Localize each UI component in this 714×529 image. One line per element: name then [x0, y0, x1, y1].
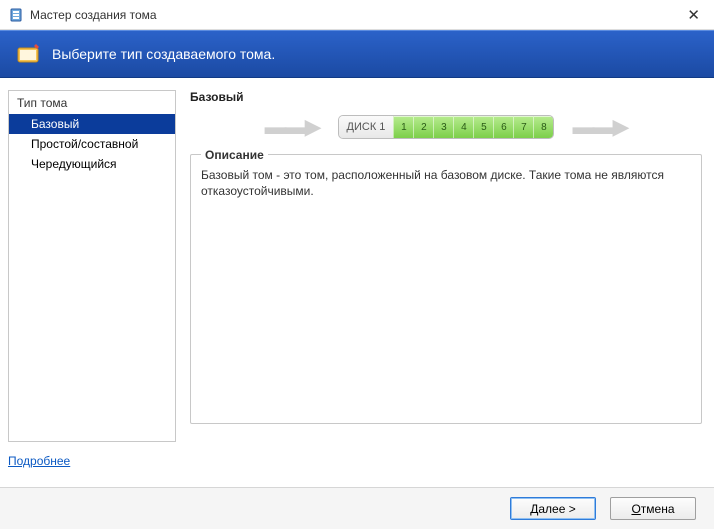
- description-legend: Описание: [201, 147, 268, 163]
- disk-segment: 7: [513, 116, 533, 138]
- sidebar-item-striped[interactable]: Чередующийся: [9, 154, 175, 174]
- cancel-button-hotkey: О: [631, 502, 640, 516]
- wizard-icon: [14, 40, 42, 68]
- app-icon: [8, 7, 24, 23]
- wizard-header: Выберите тип создаваемого тома.: [0, 30, 714, 78]
- selected-type-title: Базовый: [190, 90, 702, 104]
- title-bar: Мастер создания тома ✕: [0, 0, 714, 30]
- disk-illustration: ▬▬▶ ДИСК 1 1 2 3 4 5 6 7 8 ▬▬▶: [190, 114, 702, 140]
- disk-segment: 8: [533, 116, 553, 138]
- disk-segment: 1: [393, 116, 413, 138]
- wizard-subtitle: Выберите тип создаваемого тома.: [52, 46, 275, 62]
- cancel-button-rest: тмена: [641, 502, 675, 516]
- next-button-hotkey: Д: [530, 502, 538, 516]
- next-button-rest: алее >: [538, 502, 575, 516]
- description-text: Базовый том - это том, расположенный на …: [201, 167, 691, 199]
- wizard-body: Тип тома Базовый Простой/составной Черед…: [0, 78, 714, 448]
- next-button[interactable]: Далее >: [510, 497, 596, 520]
- disk-segment: 3: [433, 116, 453, 138]
- sidebar-item-label: Простой/составной: [31, 137, 138, 151]
- sidebar-header: Тип тома: [9, 91, 175, 114]
- disk-segment: 2: [413, 116, 433, 138]
- disk-segment: 5: [473, 116, 493, 138]
- sidebar-item-label: Чередующийся: [31, 157, 117, 171]
- sidebar-item-simple-composite[interactable]: Простой/составной: [9, 134, 175, 154]
- volume-type-sidebar: Тип тома Базовый Простой/составной Черед…: [8, 90, 176, 442]
- cancel-button[interactable]: Отмена: [610, 497, 696, 520]
- disk-label: ДИСК 1: [339, 116, 394, 138]
- sidebar-item-label: Базовый: [31, 117, 79, 131]
- disk-segment: 6: [493, 116, 513, 138]
- close-icon[interactable]: ✕: [681, 6, 706, 24]
- disk-pill: ДИСК 1 1 2 3 4 5 6 7 8: [338, 115, 555, 139]
- arrow-left-icon: ▬▬▶: [265, 114, 320, 140]
- main-panel: Базовый ▬▬▶ ДИСК 1 1 2 3 4 5 6 7 8 ▬▬▶ О…: [176, 90, 702, 442]
- window-title: Мастер создания тома: [30, 8, 157, 22]
- disk-segment: 4: [453, 116, 473, 138]
- sidebar-item-basic[interactable]: Базовый: [9, 114, 175, 134]
- description-group: Описание Базовый том - это том, располож…: [190, 154, 702, 424]
- more-link[interactable]: Подробнее: [8, 454, 70, 468]
- wizard-footer: Далее > Отмена: [0, 487, 714, 529]
- arrow-right-icon: ▬▬▶: [572, 114, 627, 140]
